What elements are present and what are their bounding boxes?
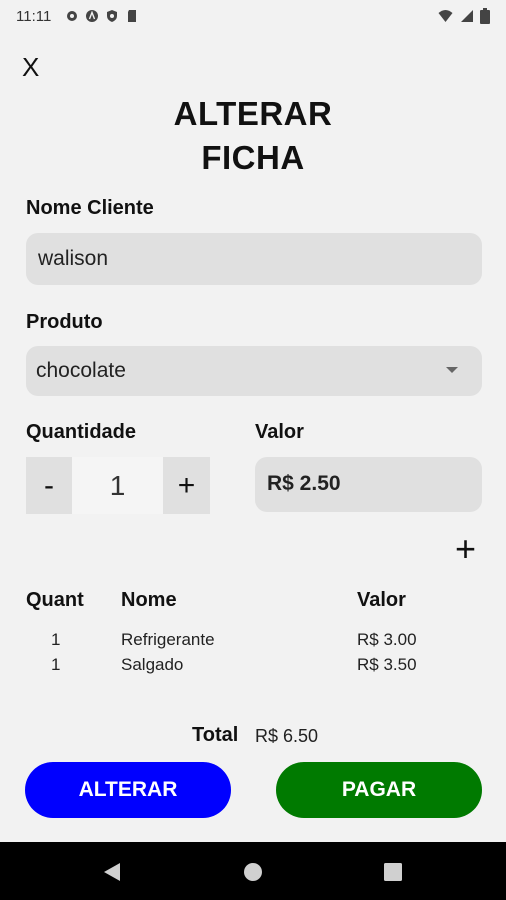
page-title-line-2: FICHA (201, 139, 305, 176)
app-a-icon (86, 10, 99, 22)
total-value: R$ 6.50 (255, 726, 319, 746)
row-nome: Salgado (121, 655, 184, 674)
increment-button[interactable]: + (163, 457, 210, 514)
close-button[interactable]: X (22, 52, 39, 83)
quantidade-label: Quantidade (26, 421, 137, 443)
produto-select[interactable]: chocolate (26, 346, 482, 396)
page-title-line-1: ALTERAR (173, 95, 333, 132)
wifi-icon (438, 10, 453, 22)
sd-card-icon (128, 10, 137, 22)
page-title: ALTERAR FICHA (0, 92, 506, 180)
valor-value: R$ 2.50 (267, 472, 341, 495)
row-quant: 1 (51, 630, 61, 649)
row-valor: R$ 3.00 (357, 630, 417, 649)
quantity-value[interactable]: 1 (72, 457, 163, 514)
row-nome: Refrigerante (121, 630, 215, 649)
status-time: 11:11 (16, 7, 52, 25)
signal-icon (461, 10, 473, 22)
pagar-button[interactable]: PAGAR (276, 762, 482, 818)
decrement-button[interactable]: - (26, 457, 72, 514)
produto-selected-value: chocolate (36, 359, 126, 382)
back-icon[interactable] (102, 862, 122, 882)
total-label: Total (192, 724, 239, 746)
valor-field: R$ 2.50 (255, 457, 482, 512)
row-quant: 1 (51, 655, 61, 674)
status-bar: 11:11 (0, 0, 506, 32)
row-valor: R$ 3.50 (357, 655, 417, 674)
nome-cliente-value: walison (38, 247, 109, 270)
valor-label: Valor (255, 421, 304, 443)
add-item-button[interactable]: + (455, 529, 476, 569)
recents-icon[interactable] (384, 863, 402, 881)
dropdown-arrow-icon (446, 367, 458, 373)
shield-icon (107, 10, 118, 22)
battery-icon (480, 8, 490, 24)
nome-cliente-label: Nome Cliente (26, 197, 154, 219)
navigation-bar (0, 842, 506, 900)
column-header-valor: Valor (357, 589, 406, 611)
settings-icon (67, 11, 78, 21)
nome-cliente-input[interactable]: walison (26, 233, 482, 285)
column-header-quant: Quant (26, 589, 84, 611)
home-icon[interactable] (243, 862, 263, 882)
column-header-nome: Nome (121, 589, 177, 611)
alterar-button[interactable]: ALTERAR (25, 762, 231, 818)
produto-label: Produto (26, 311, 103, 333)
